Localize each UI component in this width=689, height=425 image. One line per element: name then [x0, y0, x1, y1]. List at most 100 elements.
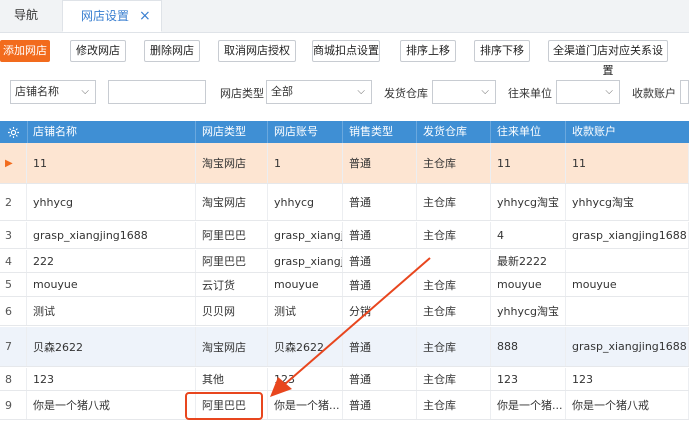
cell-payment-account: 你是一个猪八戒: [566, 391, 689, 419]
play-marker-icon: ▶: [0, 143, 27, 183]
tab-navigation[interactable]: 导航: [0, 0, 52, 32]
cell-warehouse: 主仓库: [417, 143, 491, 183]
search-input[interactable]: [108, 80, 206, 104]
row-index: 9: [0, 391, 27, 419]
cell-payment-account: 11: [566, 143, 689, 183]
row-index: 2: [0, 184, 27, 220]
table-row[interactable]: 9 你是一个猪八戒 阿里巴巴 你是一个猪... 普通 主仓库 你是一个猪... 你是一个猪八戒: [0, 391, 689, 420]
chevron-down-icon: ⌵: [605, 86, 613, 97]
table-row[interactable]: ▶ 11 淘宝网店 1 普通 主仓库 11 11: [0, 143, 689, 184]
tab-store-settings-label: 网店设置: [81, 9, 130, 23]
cell-payment-account: grasp_xiangjing1688: [566, 222, 689, 248]
cancel-auth-button[interactable]: 取消网店授权: [218, 40, 296, 62]
cell-warehouse: [417, 250, 491, 272]
cell-store-type: 其他: [196, 368, 268, 390]
cell-store-name: mouyue: [27, 273, 196, 296]
commission-settings-button[interactable]: 商城扣点设置: [312, 40, 380, 62]
cell-payment-account: yhhycg淘宝: [566, 184, 689, 220]
move-up-button[interactable]: 排序上移: [400, 40, 456, 62]
cell-sale-type: 普通: [343, 222, 417, 248]
table-row[interactable]: 5 mouyue 云订货 mouyue 普通 主仓库 mouyue mouyue: [0, 273, 689, 297]
account-select[interactable]: [680, 80, 689, 104]
cell-sale-type: 分销: [343, 297, 417, 325]
header-store-type[interactable]: 网店类型: [196, 121, 268, 143]
cell-warehouse: 主仓库: [417, 391, 491, 419]
cell-store-type: 淘宝网店: [196, 327, 268, 366]
table-row[interactable]: 7 贝森2622 淘宝网店 贝森2622 普通 主仓库 888 grasp_xiangjing…: [0, 327, 689, 367]
cell-payment-account: [566, 297, 689, 325]
header-partner[interactable]: 往来单位: [491, 121, 566, 143]
header-payment-account[interactable]: 收款账户: [566, 121, 689, 143]
header-sale-type[interactable]: 销售类型: [343, 121, 417, 143]
cell-store-name: grasp_xiangjing1688: [27, 222, 196, 248]
table-row[interactable]: 4222阿里巴巴grasp_xiangj...普通 最新2222: [0, 250, 689, 273]
cell-sale-type: 普通: [343, 250, 417, 272]
header-warehouse[interactable]: 发货仓库: [417, 121, 491, 143]
cell-store-type: 淘宝网店: [196, 143, 268, 183]
cell-sale-type: 普通: [343, 273, 417, 296]
tab-bar: 导航 网店设置 ×: [0, 0, 689, 33]
delete-store-button[interactable]: 删除网店: [144, 40, 200, 62]
cell-sale-type: 普通: [343, 391, 417, 419]
add-store-button[interactable]: 添加网店: [0, 40, 50, 62]
cell-warehouse: 主仓库: [417, 327, 491, 366]
cell-payment-account: 123: [566, 368, 689, 390]
cell-store-account: 你是一个猪...: [268, 391, 343, 419]
edit-store-button[interactable]: 修改网店: [70, 40, 126, 62]
cell-warehouse: 主仓库: [417, 273, 491, 296]
table-row[interactable]: 8 123 其他 123 普通 主仓库 123 123: [0, 368, 689, 391]
row-index: 4: [0, 250, 27, 272]
cell-store-type: 贝贝网: [196, 297, 268, 325]
cell-sale-type: 普通: [343, 184, 417, 220]
cell-store-name: 测试: [27, 297, 196, 325]
highlight-box: [185, 392, 263, 420]
gear-icon[interactable]: [0, 121, 28, 143]
header-store-account[interactable]: 网店账号: [268, 121, 343, 143]
cell-store-name: 11: [27, 143, 196, 183]
warehouse-label: 发货仓库: [384, 87, 428, 100]
table-header: 店铺名称 网店类型 网店账号 销售类型 发货仓库 往来单位 收款账户: [0, 121, 689, 143]
field-select-value: 店铺名称: [15, 85, 59, 98]
header-store-name[interactable]: 店铺名称: [27, 121, 196, 143]
table-row[interactable]: 3grasp_xiangjing1688阿里巴巴grasp_xiangj...普…: [0, 222, 689, 249]
store-type-label: 网店类型: [220, 87, 264, 100]
move-down-button[interactable]: 排序下移: [474, 40, 530, 62]
cell-store-name: yhhycg: [27, 184, 196, 220]
cell-sale-type: 普通: [343, 327, 417, 366]
cell-payment-account: [566, 250, 689, 272]
cell-partner: 4: [491, 222, 566, 248]
tab-store-settings[interactable]: 网店设置 ×: [62, 0, 162, 32]
cell-sale-type: 普通: [343, 143, 417, 183]
cell-store-account: 测试: [268, 297, 343, 325]
cell-partner: yhhycg淘宝: [491, 297, 566, 325]
close-icon[interactable]: ×: [139, 1, 151, 31]
cell-store-account: 1: [268, 143, 343, 183]
field-select[interactable]: 店铺名称 ⌵: [10, 80, 96, 104]
partner-select[interactable]: ⌵: [556, 80, 620, 104]
store-type-select[interactable]: 全部 ⌵: [266, 80, 372, 104]
cell-store-name: 222: [27, 250, 196, 272]
warehouse-select[interactable]: ⌵: [432, 80, 496, 104]
cell-store-account: 123: [268, 368, 343, 390]
chevron-down-icon: ⌵: [481, 86, 489, 97]
cell-store-name: 123: [27, 368, 196, 390]
cell-partner: 11: [491, 143, 566, 183]
toolbar: 添加网店 修改网店 删除网店 取消网店授权 商城扣点设置 排序上移 排序下移 全…: [0, 40, 689, 77]
partner-label: 往来单位: [508, 87, 552, 100]
table-row[interactable]: 2 yhhycg 淘宝网店 yhhycg 普通 主仓库 yhhycg淘宝 yhhycg淘宝: [0, 184, 689, 221]
cell-store-account: mouyue: [268, 273, 343, 296]
cell-store-type: 淘宝网店: [196, 184, 268, 220]
table-row[interactable]: 6 测试 贝贝网 测试 分销 主仓库 yhhycg淘宝: [0, 297, 689, 326]
store-type-value: 全部: [271, 85, 293, 98]
cell-warehouse: 主仓库: [417, 368, 491, 390]
cell-store-type: 阿里巴巴: [196, 250, 268, 272]
row-index: 7: [0, 327, 27, 366]
cell-store-account: grasp_xiangj...: [268, 222, 343, 248]
cell-warehouse: 主仓库: [417, 297, 491, 325]
cell-store-name: 你是一个猪八戒: [27, 391, 196, 419]
cell-warehouse: 主仓库: [417, 184, 491, 220]
cell-payment-account: mouyue: [566, 273, 689, 296]
omni-channel-settings-button[interactable]: 全渠道门店对应关系设置: [548, 40, 668, 77]
chevron-down-icon: ⌵: [81, 86, 89, 97]
cell-store-type: 阿里巴巴: [196, 222, 268, 248]
